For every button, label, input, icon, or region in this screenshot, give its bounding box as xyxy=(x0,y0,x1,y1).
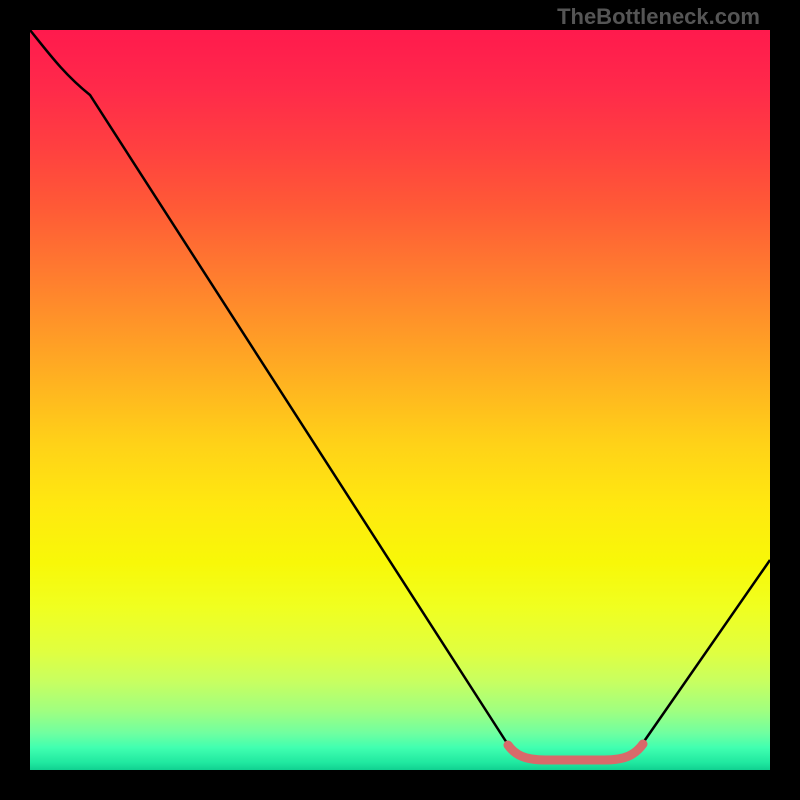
watermark-text: TheBottleneck.com xyxy=(557,4,760,30)
chart-container xyxy=(30,30,770,770)
bottleneck-curve-path xyxy=(30,30,770,760)
optimal-band-marker xyxy=(508,744,643,760)
chart-svg xyxy=(30,30,770,770)
